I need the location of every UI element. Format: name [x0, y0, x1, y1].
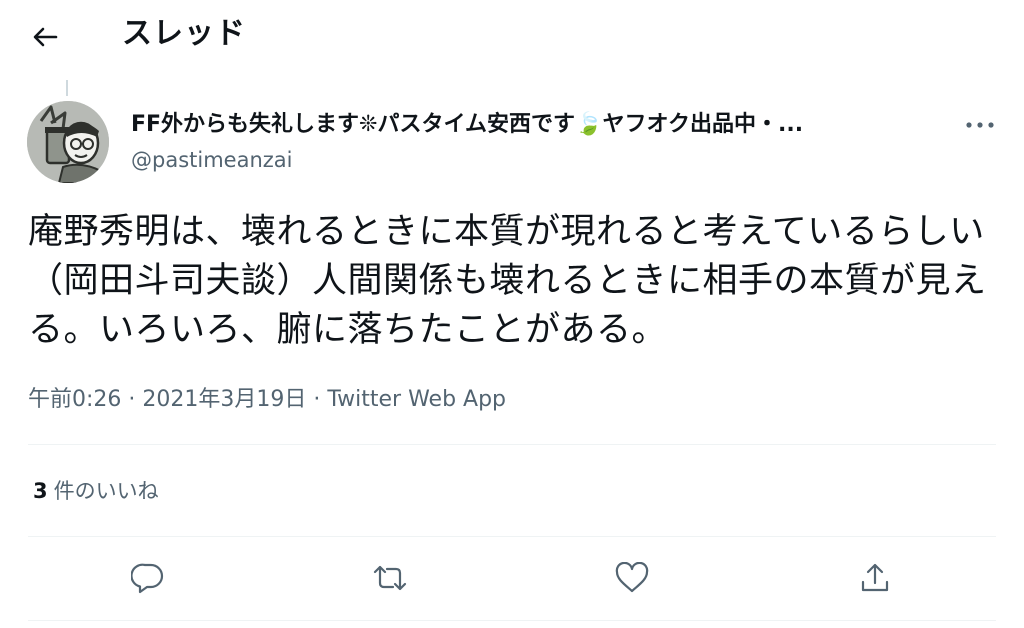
heart-icon [615, 562, 649, 593]
page-title: スレッド [122, 16, 246, 51]
thread-connector-line [66, 80, 68, 96]
retweet-icon [373, 565, 407, 591]
reply-button[interactable] [126, 556, 170, 600]
tweet-thread-page: スレッド FF外からも失礼します❊パスタイム安西です🍃ヤフオク出品中・... @… [0, 0, 1024, 628]
divider [28, 444, 996, 445]
share-icon [861, 563, 889, 592]
arrow-left-icon [33, 27, 58, 47]
reply-bubble-icon [131, 563, 164, 594]
avatar[interactable] [27, 101, 109, 183]
likes-label: 件のいいね [53, 479, 159, 503]
avatar-illustration [27, 101, 109, 183]
divider [28, 620, 996, 621]
tweet-text: 庵野秀明は、壊れるときに本質が現れると考えているらしい（岡田斗司夫談）人間関係も… [28, 212, 987, 350]
likes-summary[interactable]: 3 件のいいね [33, 476, 159, 506]
tweet-timestamp-source[interactable]: 午前0:26 · 2021年3月19日 · Twitter Web App [28, 384, 506, 416]
user-display-name[interactable]: FF外からも失礼します❊パスタイム安西です🍃ヤフオク出品中・... [131, 110, 931, 140]
top-bar: スレッド [0, 0, 1024, 72]
more-options-button[interactable] [962, 112, 998, 138]
back-button[interactable] [26, 18, 64, 56]
divider [28, 536, 996, 537]
user-handle[interactable]: @pastimeanzai [131, 145, 293, 175]
likes-count: 3 [33, 479, 48, 503]
like-button[interactable] [610, 556, 654, 600]
retweet-button[interactable] [368, 556, 412, 600]
more-horizontal-icon [966, 122, 994, 128]
share-button[interactable] [853, 556, 897, 600]
